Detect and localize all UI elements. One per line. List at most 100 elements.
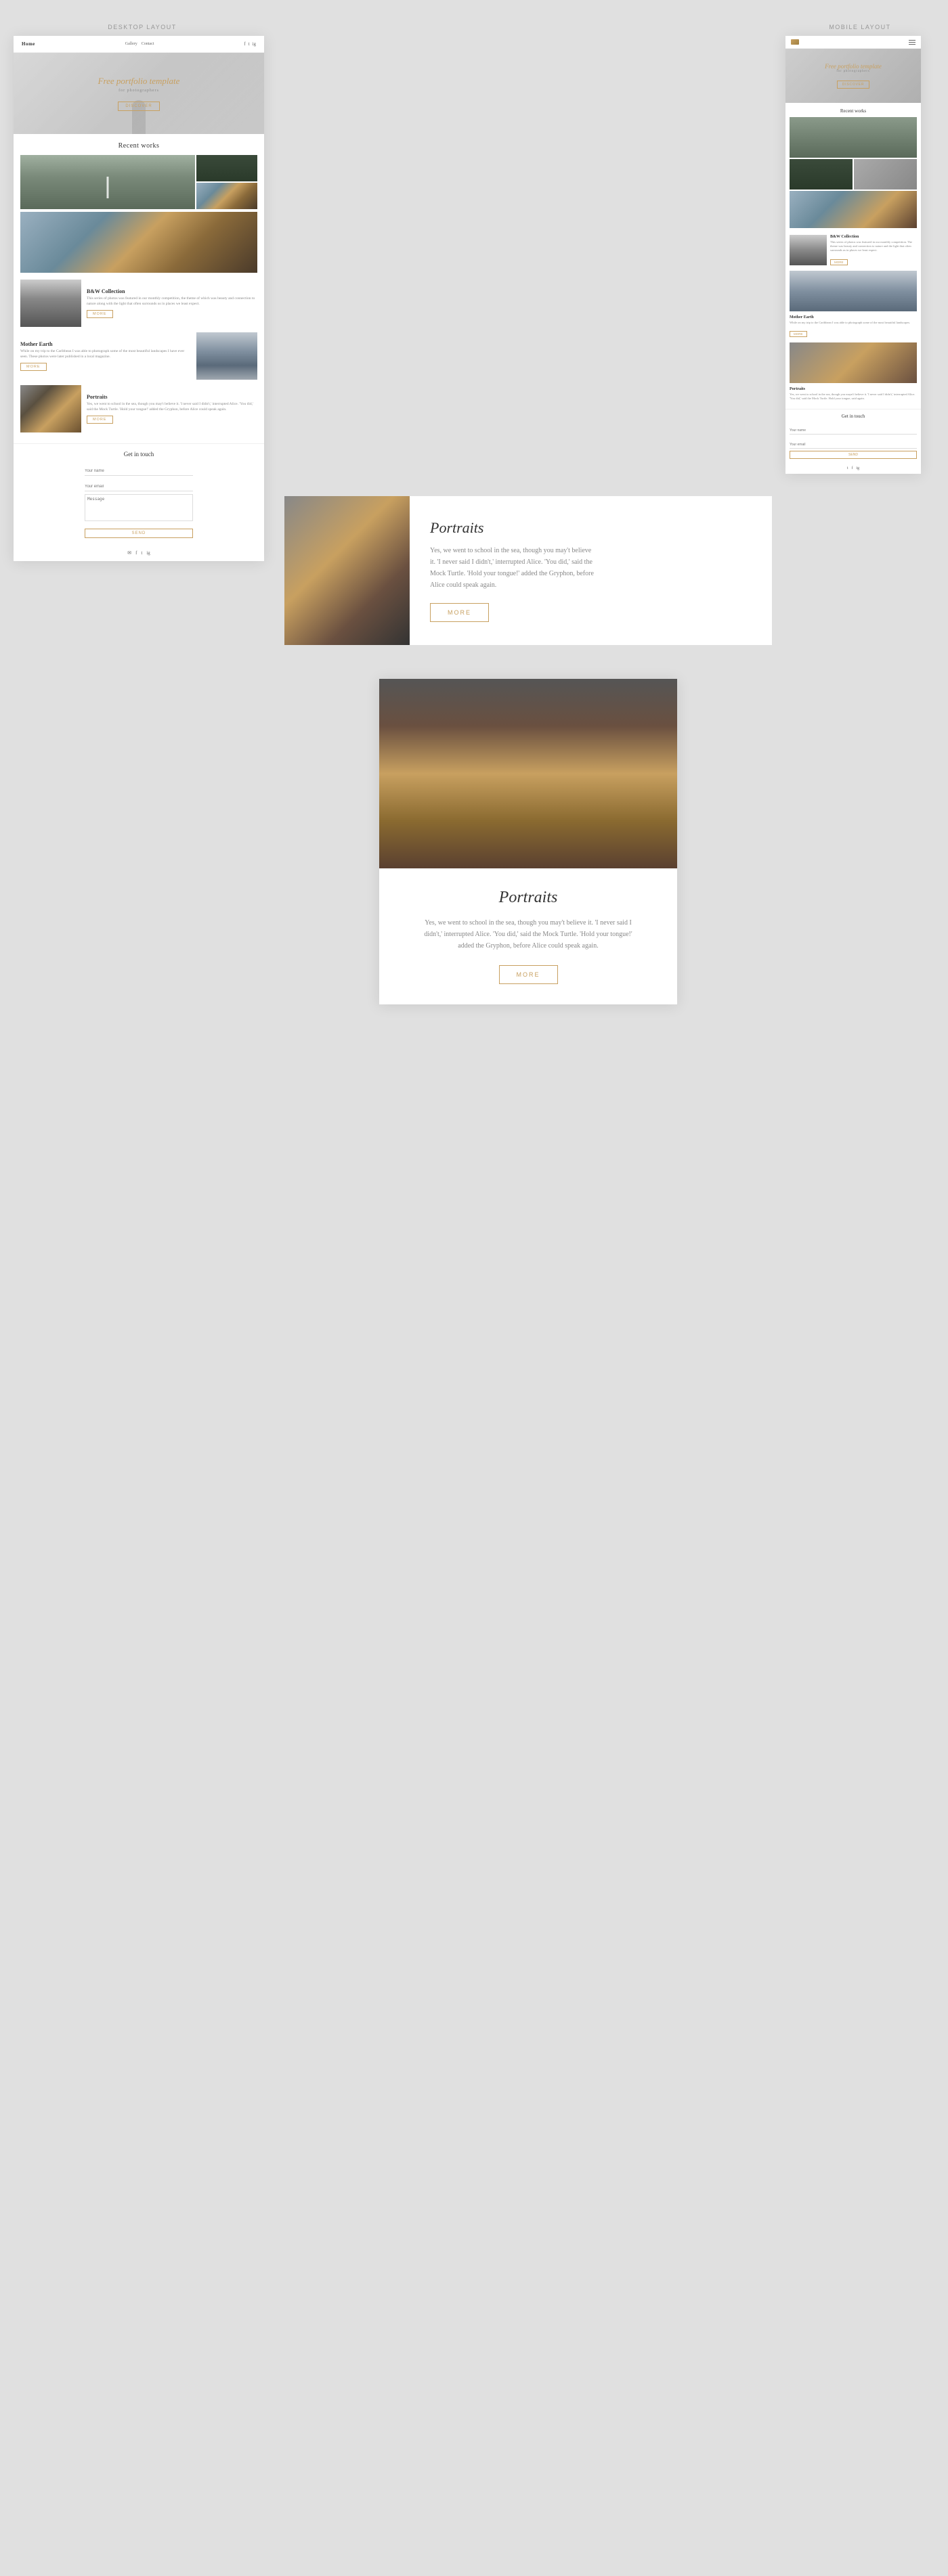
mobile-photo-forest <box>790 159 853 190</box>
content-sections: B&W Collection This series of photos was… <box>14 274 264 443</box>
portraits-thumb <box>20 385 81 432</box>
name-input-desktop[interactable] <box>85 467 193 476</box>
email-input-desktop[interactable] <box>85 483 193 491</box>
contact-form-desktop: SEND <box>85 463 193 538</box>
mobile-photo-grid <box>785 117 921 231</box>
mobile-name-input[interactable] <box>790 427 917 435</box>
facebook-icon[interactable]: f <box>244 41 245 47</box>
photo-grid <box>14 155 264 210</box>
mobile-mother-more-button[interactable]: MORE <box>790 331 807 337</box>
portrait-full-title: Portraits <box>406 889 650 907</box>
mother-earth-row: Mother Earth While on my trip to the Car… <box>20 332 257 380</box>
portrait-full-text: Yes, we went to school in the sea, thoug… <box>420 917 637 952</box>
bw-collection-text: This series of photos was featured in ou… <box>87 296 257 307</box>
mobile-photo-row-1 <box>790 117 917 158</box>
desktop-hero: Free portfolio template for photographer… <box>14 53 264 134</box>
mobile-contact-title: Get in touch <box>790 414 917 419</box>
desktop-card: Home Gallery Contact f t ig <box>14 36 264 561</box>
footer-mail-icon[interactable]: ✉ <box>127 550 131 556</box>
portraits-strip-more-button[interactable]: MORE <box>430 603 489 622</box>
mobile-bw-title: B&W Collection <box>830 235 917 239</box>
portrait-strip: Portraits Yes, we went to school in the … <box>284 496 772 645</box>
mobile-hero-content: Free portfolio template for photographer… <box>825 63 882 89</box>
large-portrait-page: Portraits Yes, we went to school in the … <box>379 679 677 1004</box>
photo-cliff <box>20 212 257 273</box>
portraits-text-col: Portraits Yes, we went to school in the … <box>87 385 257 432</box>
mobile-photo-road <box>790 117 917 158</box>
mobile-layout-wrapper: Free portfolio template for photographer… <box>785 36 934 474</box>
portraits-row: Portraits Yes, we went to school in the … <box>20 385 257 432</box>
mobile-layout-label: MOBILE LAYOUT <box>829 24 890 30</box>
message-textarea-desktop[interactable] <box>85 494 193 521</box>
mother-more-button[interactable]: MORE <box>20 363 47 371</box>
mobile-bw-text-content: This series of photos was featured in ou… <box>830 240 917 252</box>
footer-icons-desktop: ✉ f t ig <box>14 545 264 561</box>
hero-title: Free portfolio template <box>98 76 180 87</box>
bw-collection-thumb <box>20 280 81 327</box>
bw-collection-title: B&W Collection <box>87 288 257 294</box>
portrait-strip-image <box>284 496 410 645</box>
portraits-more-button-desktop[interactable]: MORE <box>87 416 113 424</box>
portraits-strip-title: Portraits <box>430 519 752 537</box>
mobile-photo-figure <box>854 159 917 190</box>
mobile-mother-earth: Mother Earth While on my trip to the Car… <box>790 315 917 339</box>
mobile-card: Free portfolio template for photographer… <box>785 36 921 474</box>
mobile-bw-more-button[interactable]: MORE <box>830 259 848 265</box>
mother-earth-thumb <box>196 332 257 380</box>
mobile-send-button[interactable]: SEND <box>790 451 917 459</box>
instagram-icon[interactable]: ig <box>253 41 256 47</box>
photo-right-col <box>196 155 257 209</box>
mobile-bw-row: B&W Collection This series of photos was… <box>790 235 917 267</box>
footer-instagram-icon[interactable]: ig <box>146 550 150 556</box>
mobile-nav <box>785 36 921 49</box>
middle-col: Portraits Yes, we went to school in the … <box>284 36 772 1004</box>
photo-forest <box>196 155 257 181</box>
mobile-facebook-icon[interactable]: f <box>852 466 853 470</box>
bw-thumb-col <box>20 280 81 327</box>
portrait-full-content: Portraits Yes, we went to school in the … <box>379 868 677 1004</box>
mobile-bw-text: B&W Collection This series of photos was… <box>830 235 917 267</box>
nav-gallery[interactable]: Gallery <box>125 42 137 46</box>
mobile-twitter-icon[interactable]: t <box>847 466 848 470</box>
contact-section-desktop: Get in touch SEND <box>14 443 264 545</box>
hero-content: Free portfolio template for photographer… <box>98 76 180 111</box>
footer-facebook-icon[interactable]: f <box>135 550 137 556</box>
mobile-portrait-image <box>790 342 917 383</box>
photo-left-col <box>20 155 195 209</box>
portraits-strip-text: Yes, we went to school in the sea, thoug… <box>430 545 752 591</box>
mobile-mother-title: Mother Earth <box>790 315 917 319</box>
bw-collection-row: B&W Collection This series of photos was… <box>20 280 257 327</box>
mother-thumb-col <box>196 332 257 380</box>
nav-logo: Home <box>22 41 35 47</box>
footer-twitter-icon[interactable]: t <box>141 550 142 556</box>
mobile-hero: Free portfolio template for photographer… <box>785 49 921 103</box>
photo-road <box>20 155 195 209</box>
discover-button[interactable]: DISCOVER <box>118 102 159 111</box>
main-container: DESKTOP LAYOUT MOBILE LAYOUT Home Galler… <box>0 0 948 1025</box>
mobile-mother-text: While on my trip to the Caribbean I was … <box>790 321 917 325</box>
nav-contact[interactable]: Contact <box>142 42 154 46</box>
mobile-hero-subtitle: for photographers <box>825 70 882 73</box>
desktop-layout-label: DESKTOP LAYOUT <box>108 24 177 30</box>
twitter-icon[interactable]: t <box>249 41 250 47</box>
mobile-footer: t f ig <box>785 463 921 474</box>
mobile-contact: Get in touch SEND <box>785 409 921 463</box>
mobile-portraits-title: Portraits <box>790 387 917 391</box>
photo-deer <box>196 183 257 209</box>
mobile-email-input[interactable] <box>790 441 917 449</box>
mobile-portraits-text: Yes, we went to school in the sea, thoug… <box>790 393 917 401</box>
contact-title-desktop: Get in touch <box>20 451 257 458</box>
mobile-instagram-icon[interactable]: ig <box>857 466 860 470</box>
bw-more-button[interactable]: MORE <box>87 310 113 318</box>
desktop-nav: Home Gallery Contact f t ig <box>14 36 264 53</box>
nav-social-icons: f t ig <box>244 41 256 47</box>
hamburger-menu[interactable] <box>909 40 915 45</box>
send-button-desktop[interactable]: SEND <box>85 529 193 538</box>
mobile-discover-button[interactable]: DISCOVER <box>837 81 870 89</box>
mobile-portraits: Portraits Yes, we went to school in the … <box>790 387 917 401</box>
nav-links: Gallery Contact <box>125 42 154 46</box>
portrait-full-more-button[interactable]: MORE <box>499 965 558 984</box>
bw-text-col: B&W Collection This series of photos was… <box>87 280 257 327</box>
mobile-recent-works-title: Recent works <box>785 103 921 117</box>
mother-text-col: Mother Earth While on my trip to the Car… <box>20 332 191 380</box>
